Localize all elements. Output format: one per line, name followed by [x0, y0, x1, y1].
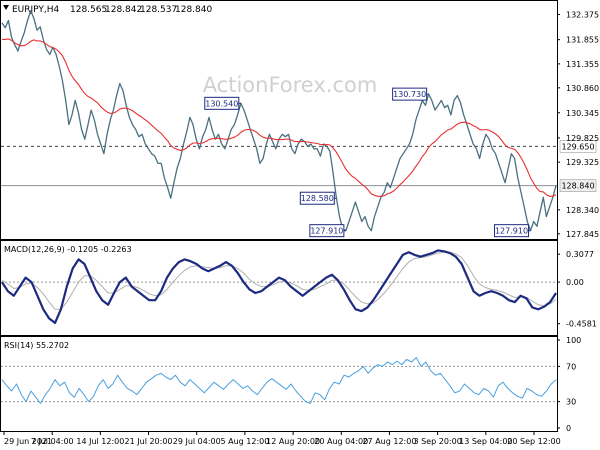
annotation-text-4: 127.910 [495, 227, 528, 236]
x-tick-label-3: 21 Jul 20:00 [125, 437, 173, 446]
price-panel-frame [0, 0, 558, 240]
rsi-ytick-label-2: 30 [566, 398, 576, 407]
price-ytick-label-8: 128.340 [566, 206, 599, 215]
rsi-ytick-label-0: 100 [566, 336, 581, 345]
rsi-label: RSI(14) 55.2702 [4, 341, 69, 350]
annotation-text-2: 127.910 [310, 227, 343, 236]
price-ytick-label-3: 130.860 [566, 84, 599, 93]
annotation-text-1: 128.580 [301, 194, 334, 203]
price-ref-tag-text-0: 129.650 [561, 142, 594, 151]
header-close: 128.840 [175, 5, 212, 15]
annotation-text-3: 130.730 [393, 90, 426, 99]
header-low: 128.537 [140, 5, 177, 15]
x-axis-labels: 29 Jun 20217 Jul 04:00 14 Jul 12:00 21 Jul… [3, 432, 561, 446]
watermark: ActionForex.com [203, 73, 378, 97]
x-tick-label-6: 12 Aug 20:00 [266, 437, 320, 446]
x-tick-label-9: 3 Sep 20:00 [413, 437, 461, 446]
macd-ytick-label-1: 0.00 [566, 278, 584, 287]
x-tick-label-2: 14 Jul 12:00 [76, 437, 124, 446]
price-ytick-label-5: 129.825 [566, 134, 599, 143]
rsi-ytick-label-1: 70 [566, 362, 576, 371]
x-tick-label-5: 5 Aug 12:00 [220, 437, 269, 446]
price-ytick-label-1: 131.855 [566, 36, 599, 45]
price-ytick-label-2: 131.355 [566, 60, 599, 69]
price-ytick-label-0: 132.375 [566, 10, 599, 19]
x-tick-label-7: 20 Aug 04:00 [314, 437, 368, 446]
x-tick-label-1: 7 Jul 04:00 [31, 437, 74, 446]
header-open: 128.565 [70, 5, 107, 15]
rsi-ytick-label-3: 0 [566, 424, 571, 433]
price-ytick-label-9: 127.845 [566, 230, 599, 239]
macd-ytick-label-2: -0.4581 [566, 320, 597, 329]
macd-panel-frame [0, 240, 558, 336]
x-tick-label-11: 20 Sep 12:00 [507, 437, 560, 446]
chart-canvas: EURJPY,H4 128.565 128.842 128.537 128.84… [0, 0, 599, 446]
y-axis-labels: 129.650 128.840 132.375 131.855 131.355 130.8… [557, 10, 599, 433]
header-symbol: EURJPY,H4 [12, 5, 60, 15]
price-ytick-label-6: 129.325 [566, 158, 599, 167]
x-tick-label-10: 13 Sep 04:00 [459, 437, 512, 446]
macd-label: MACD(12,26,9) -0.1205 -0.2263 [4, 245, 132, 254]
x-tick-label-4: 29 Jul 04:00 [173, 437, 221, 446]
x-tick-label-8: 27 Aug 12:00 [362, 437, 416, 446]
price-ytick-label-4: 130.345 [566, 109, 599, 118]
header-high: 128.842 [105, 5, 142, 15]
price-ref-tag-text-1: 128.840 [561, 182, 594, 191]
macd-ytick-label-0: 0.3077 [566, 250, 594, 259]
annotation-text-0: 130.540 [205, 99, 238, 108]
